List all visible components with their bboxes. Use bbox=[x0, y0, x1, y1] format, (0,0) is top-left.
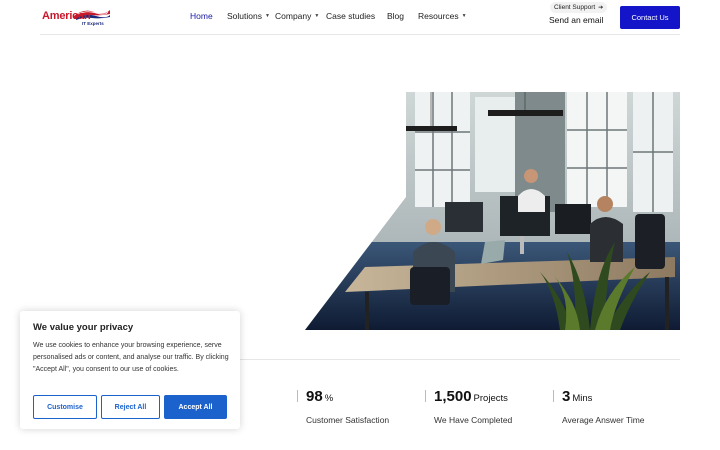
stat-label: Customer Satisfaction bbox=[306, 415, 390, 425]
send-email-link[interactable]: Send an email bbox=[549, 15, 603, 25]
stat-divider-bar bbox=[425, 390, 426, 402]
accept-all-button[interactable]: Accept All bbox=[164, 395, 227, 419]
nav-solutions[interactable]: Solutions ▼ bbox=[227, 11, 270, 21]
page: American IT Experts Home Solutions ▼ Comp… bbox=[0, 0, 720, 450]
cookie-description: We use cookies to enhance your browsing … bbox=[33, 342, 229, 373]
arrow-right-icon: ➔ bbox=[598, 5, 604, 11]
chevron-down-icon: ▼ bbox=[264, 13, 270, 19]
stat-number: 1,500 bbox=[434, 388, 472, 405]
stat-label: Average Answer Time bbox=[562, 415, 645, 425]
stat-number: 98 bbox=[306, 388, 323, 405]
header-divider bbox=[40, 34, 680, 35]
nav-resources-label: Resources bbox=[418, 11, 459, 21]
customise-button[interactable]: Customise bbox=[33, 395, 97, 419]
chevron-down-icon: ▼ bbox=[461, 13, 467, 19]
stat-unit: % bbox=[324, 393, 334, 404]
stat-divider-bar bbox=[297, 390, 298, 402]
nav-home[interactable]: Home bbox=[190, 11, 213, 21]
nav-home-label: Home bbox=[190, 11, 213, 21]
logo-subtitle: IT Experts bbox=[82, 21, 104, 26]
nav-case-studies[interactable]: Case studies bbox=[326, 11, 375, 21]
nav-blog-label: Blog bbox=[387, 11, 405, 21]
cookie-consent-banner: We value your privacy We use cookies to … bbox=[20, 311, 240, 429]
nav-case-studies-label: Case studies bbox=[326, 11, 376, 21]
contact-us-button[interactable]: Contact Us bbox=[620, 6, 680, 29]
nav-resources[interactable]: Resources ▼ bbox=[418, 11, 467, 21]
stat-value: 3 Mins bbox=[562, 388, 592, 405]
hero-office-image bbox=[305, 92, 680, 330]
nav-blog[interactable]: Blog bbox=[387, 11, 404, 21]
client-support-link[interactable]: Client Support ➔ bbox=[550, 2, 608, 13]
stat-unit: Projects bbox=[473, 393, 508, 404]
nav-solutions-label: Solutions bbox=[227, 11, 262, 21]
stat-value: 98 % bbox=[306, 388, 333, 405]
nav-company-label: Company bbox=[275, 11, 312, 21]
client-support-label: Client Support bbox=[554, 4, 596, 11]
nav-company[interactable]: Company ▼ bbox=[275, 11, 319, 21]
stat-value: 1,500 Projects bbox=[434, 388, 508, 405]
stat-unit: Mins bbox=[572, 393, 593, 404]
stat-divider-bar bbox=[553, 390, 554, 402]
reject-all-button[interactable]: Reject All bbox=[101, 395, 160, 419]
site-header: American IT Experts Home Solutions ▼ Comp… bbox=[0, 0, 720, 35]
cookie-title: We value your privacy bbox=[33, 322, 134, 333]
stat-label: We Have Completed bbox=[434, 415, 513, 425]
chevron-down-icon: ▼ bbox=[314, 13, 320, 19]
stat-number: 3 bbox=[562, 388, 571, 405]
company-logo[interactable]: American IT Experts bbox=[42, 7, 114, 29]
